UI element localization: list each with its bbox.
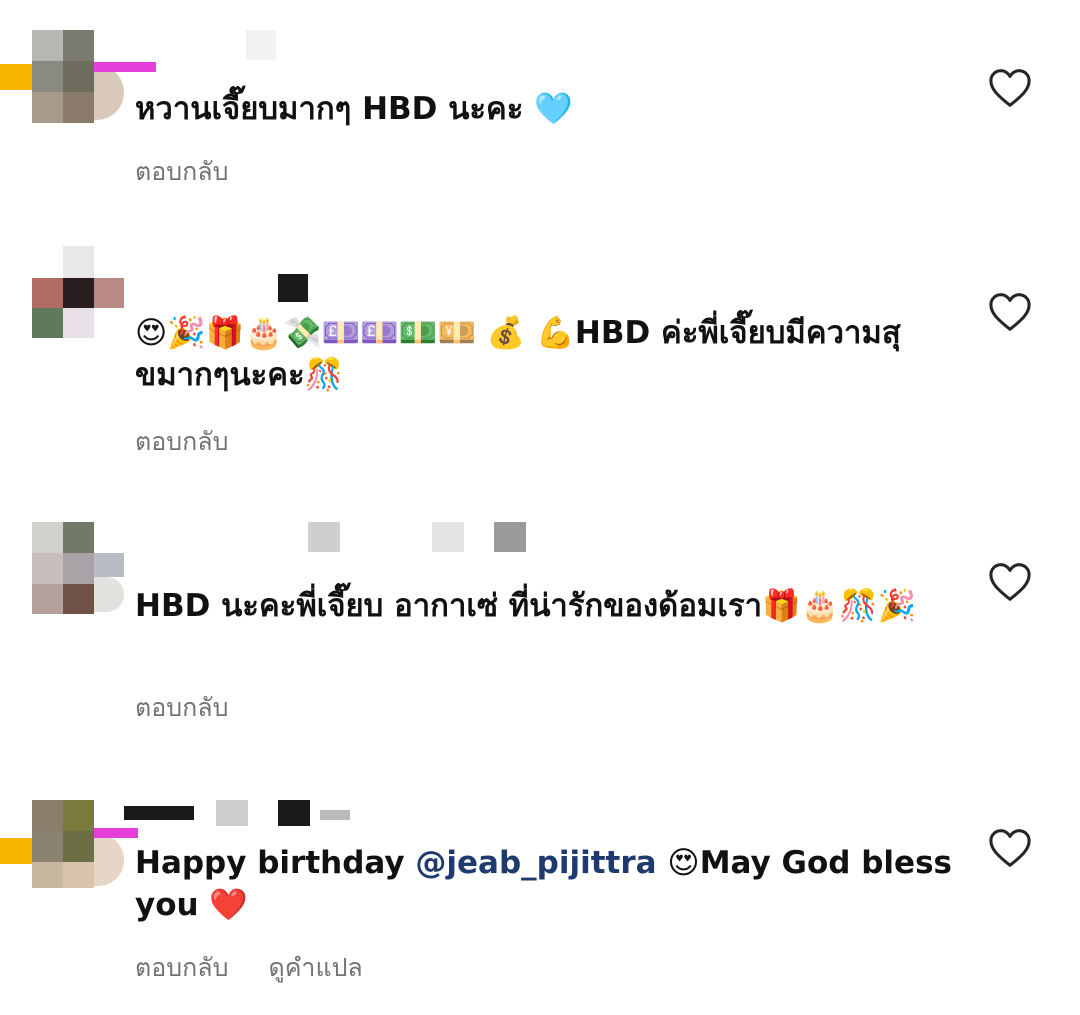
comment-text: 😍🎉🎁🎂💸💷💷💵💴 💰 💪HBD ค่ะพี่เจี๊ยบมีความสุขมา… — [135, 315, 901, 393]
mention-link[interactable]: @jeab_pijittra — [415, 845, 656, 881]
reply-button[interactable]: ตอบกลับ — [135, 688, 228, 728]
comment-text: HBD นะคะพี่เจี๊ยบ อากาเซ่ ที่น่ารักของด้… — [135, 588, 917, 624]
reply-button[interactable]: ตอบกลับ — [135, 422, 228, 462]
see-translation-button[interactable]: ดูคำแปล — [268, 948, 362, 988]
comment-text-before: Happy birthday — [135, 845, 416, 881]
heart-outline-icon[interactable] — [988, 828, 1032, 868]
reply-button[interactable]: ตอบกลับ — [135, 948, 228, 988]
heart-outline-icon[interactable] — [988, 562, 1032, 602]
heart-outline-icon[interactable] — [988, 292, 1032, 332]
avatar[interactable] — [0, 800, 138, 892]
avatar[interactable] — [32, 246, 124, 338]
avatar[interactable] — [32, 522, 124, 614]
heart-outline-icon[interactable] — [988, 68, 1032, 108]
reply-button[interactable]: ตอบกลับ — [135, 152, 228, 192]
avatar[interactable] — [0, 30, 156, 123]
comment-text: Happy birthday @jeab_pijittra 😍May God b… — [135, 842, 955, 926]
comment-text: หวานเจี๊ยบมากๆ HBD นะคะ 🩵 — [135, 91, 573, 127]
